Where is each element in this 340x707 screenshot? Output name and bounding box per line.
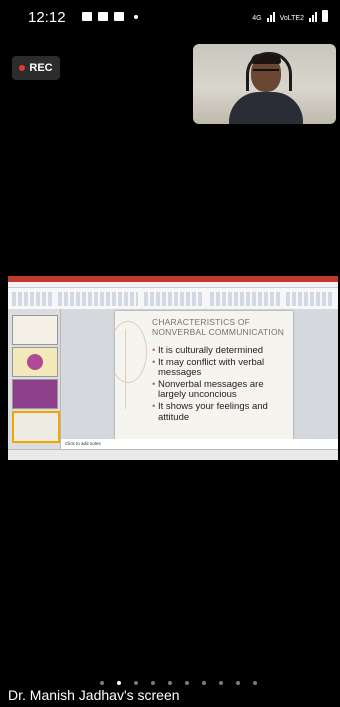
ppt-body: CHARACTERISTICS OF NONVERBAL COMMUNICATI… xyxy=(8,309,338,449)
slide-bullet: It may conflict with verbal messages xyxy=(152,357,291,379)
screen-share-label: Dr. Manish Jadhav's screen xyxy=(8,687,180,703)
slide-canvas: CHARACTERISTICS OF NONVERBAL COMMUNICATI… xyxy=(61,309,338,439)
page-dot[interactable] xyxy=(185,681,189,685)
ppt-statusbar xyxy=(8,449,338,460)
gallery-icon xyxy=(82,12,92,21)
slide-bullet: Nonverbal messages are largely unconciou… xyxy=(152,379,291,401)
slide: CHARACTERISTICS OF NONVERBAL COMMUNICATI… xyxy=(115,311,293,439)
page-dot[interactable] xyxy=(253,681,257,685)
page-dot[interactable] xyxy=(168,681,172,685)
participant-video-tile[interactable] xyxy=(193,44,336,124)
page-dot[interactable] xyxy=(151,681,155,685)
ribbon-group-drawing xyxy=(210,292,280,306)
page-dot[interactable] xyxy=(100,681,104,685)
battery-icon xyxy=(322,10,328,22)
signal-icon-2 xyxy=(309,11,317,22)
network-label-2: VoLTE2 xyxy=(279,15,304,22)
page-indicator[interactable] xyxy=(100,681,257,685)
network-label-1: 4G xyxy=(252,15,262,22)
notes-pane: Click to add notes xyxy=(61,439,338,449)
slide-thumbnail-selected xyxy=(12,411,60,443)
slide-bullet: It shows your feelings and attitude xyxy=(152,401,291,423)
slide-bullet: It is culturally determined xyxy=(152,345,291,357)
status-right: 4G VoLTE2 xyxy=(252,10,328,22)
message-icon xyxy=(98,12,108,21)
slide-decoration xyxy=(125,329,138,409)
page-dot[interactable] xyxy=(202,681,206,685)
page-dot-active[interactable] xyxy=(117,681,121,685)
status-bar: 12:12 4G VoLTE2 xyxy=(0,0,340,38)
more-dot-icon xyxy=(134,14,138,19)
page-dot[interactable] xyxy=(219,681,223,685)
person-body xyxy=(229,92,303,124)
shared-screen[interactable]: CHARACTERISTICS OF NONVERBAL COMMUNICATI… xyxy=(8,276,338,460)
slide-thumbnail xyxy=(12,315,58,345)
page-dot[interactable] xyxy=(236,681,240,685)
ribbon-group-font xyxy=(58,292,138,306)
notification-icons xyxy=(82,12,138,21)
rec-label: REC xyxy=(29,62,53,74)
record-dot-icon xyxy=(19,65,26,71)
page-dot[interactable] xyxy=(134,681,138,685)
ribbon-group-clipboard xyxy=(12,292,52,306)
status-time: 12:12 xyxy=(28,9,66,26)
slide-bullet-list: It is culturally determined It may confl… xyxy=(152,345,291,424)
ribbon-group-editing xyxy=(286,292,332,306)
headphones xyxy=(246,52,292,91)
slide-thumbnail xyxy=(12,347,58,377)
slide-thumbnail-panel xyxy=(8,309,61,449)
ppt-ribbon xyxy=(8,288,338,311)
recording-badge[interactable]: REC xyxy=(12,56,60,80)
signal-icon xyxy=(266,11,275,22)
slide-title: CHARACTERISTICS OF NONVERBAL COMMUNICATI… xyxy=(152,317,285,337)
ribbon-group-paragraph xyxy=(144,292,204,306)
chat-icon xyxy=(114,12,124,21)
slide-thumbnail xyxy=(12,379,58,409)
